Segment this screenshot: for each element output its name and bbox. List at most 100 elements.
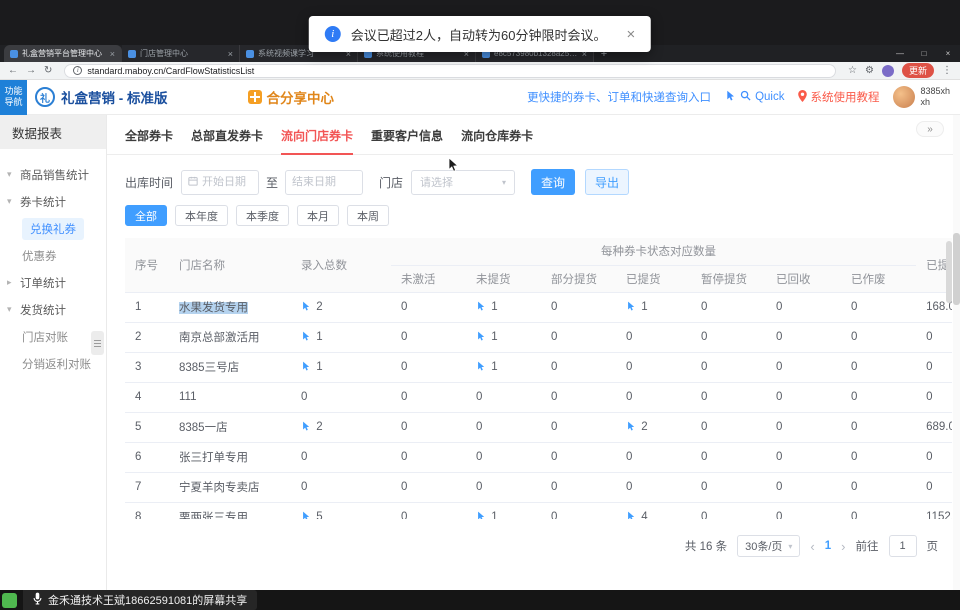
cell-status-count[interactable]: 1 xyxy=(466,352,541,382)
browser-tab[interactable]: 门店管理中心× xyxy=(122,45,240,62)
cell-status-count: 0 xyxy=(691,502,766,519)
quick-range-chip[interactable]: 本月 xyxy=(297,205,339,226)
tab-close-icon[interactable]: × xyxy=(228,49,233,59)
cell-total-count[interactable]: 2 xyxy=(291,292,391,322)
sidebar-item[interactable]: 兑换礼券 xyxy=(0,215,106,242)
reload-icon[interactable]: ↻ xyxy=(44,66,52,76)
cell-total-count[interactable]: 1 xyxy=(291,322,391,352)
info-icon: i xyxy=(325,26,341,42)
maximize-button[interactable]: □ xyxy=(912,45,936,62)
sidebar-item[interactable]: ▾发货统计 xyxy=(0,296,106,323)
cell-status-count[interactable]: 2 xyxy=(616,412,691,442)
cell-store-name: 水果发货专用 xyxy=(169,292,291,322)
update-button[interactable]: 更新 xyxy=(902,63,934,78)
share-center-link[interactable]: 合分享中心 xyxy=(248,87,335,107)
site-info-icon[interactable]: i xyxy=(73,66,82,75)
username: 8385xh xyxy=(920,86,950,97)
store-name-text: 8385三号店 xyxy=(179,362,239,374)
status-column-header: 暂停提货 xyxy=(691,265,766,292)
cell-status-count: 0 xyxy=(391,322,466,352)
quick-search-link[interactable]: Quick xyxy=(725,90,784,104)
store-name-text: 111 xyxy=(179,391,196,403)
page-number[interactable]: 1 xyxy=(825,540,831,552)
cell-status-count[interactable]: 1 xyxy=(616,292,691,322)
extensions-icon[interactable]: ⚙ xyxy=(865,66,874,76)
browser-tab[interactable]: 礼盒营销平台管理中心× xyxy=(4,45,122,62)
chevron-down-icon: ▾ xyxy=(7,196,12,207)
user-menu[interactable]: 8385xh xh xyxy=(893,86,950,109)
end-date-input[interactable] xyxy=(285,170,363,195)
bookmark-star-icon[interactable]: ☆ xyxy=(848,66,857,76)
column-header-store: 门店名称 xyxy=(169,238,291,292)
back-icon[interactable]: ← xyxy=(8,66,18,76)
end-date-field[interactable] xyxy=(292,176,356,188)
prev-page-button[interactable]: ‹ xyxy=(810,539,814,554)
cell-status-count: 0 xyxy=(391,412,466,442)
meeting-app-icon xyxy=(2,593,17,608)
sidebar-item[interactable]: ▸订单统计 xyxy=(0,269,106,296)
browser-profile-avatar[interactable] xyxy=(882,65,894,77)
menu-dots-icon[interactable]: ⋮ xyxy=(942,66,952,76)
cell-total-count[interactable]: 1 xyxy=(291,352,391,382)
table-scrollbar[interactable] xyxy=(946,241,952,303)
store-name-text: 宁夏羊肉专卖店 xyxy=(179,482,260,494)
minimize-button[interactable]: — xyxy=(888,45,912,62)
content-tab[interactable]: 重要客户信息 xyxy=(371,127,443,154)
sidebar-item-label: 券卡统计 xyxy=(20,194,66,210)
cell-index: 1 xyxy=(125,292,169,322)
export-button[interactable]: 导出 xyxy=(585,169,629,195)
status-column-header: 部分提货 xyxy=(541,265,616,292)
cell-status-count: 0 xyxy=(691,292,766,322)
quick-range-chip[interactable]: 全部 xyxy=(125,205,167,226)
promo-link[interactable]: 更快捷的券卡、订单和快递查询入口 xyxy=(527,89,711,105)
content-tab[interactable]: 全部券卡 xyxy=(125,127,173,154)
close-button[interactable]: × xyxy=(936,45,960,62)
forward-icon[interactable]: → xyxy=(26,66,36,76)
quick-range-chip[interactable]: 本季度 xyxy=(236,205,289,226)
cell-index: 8 xyxy=(125,502,169,519)
toast-close-icon[interactable]: × xyxy=(626,26,635,43)
start-date-input[interactable] xyxy=(181,170,259,195)
sidebar-item[interactable]: 优惠券 xyxy=(0,242,106,269)
content-tab[interactable]: 流向仓库券卡 xyxy=(461,127,533,154)
avatar xyxy=(893,86,915,108)
content-tab[interactable]: 流向门店券卡 xyxy=(281,127,353,154)
panel-collapse-button[interactable]: » xyxy=(916,121,944,137)
cell-status-count[interactable]: 1 xyxy=(466,292,541,322)
quick-range-chip[interactable]: 本周 xyxy=(347,205,389,226)
cell-status-count: 0 xyxy=(766,472,841,502)
calendar-icon xyxy=(188,175,198,189)
sidebar-collapse-handle[interactable] xyxy=(91,331,104,355)
statistics-table-wrap: 序号 门店名称 录入总数 每种券卡状态对应数量 已提货金额 未激活未提货部分提货… xyxy=(125,238,952,519)
range-separator: 至 xyxy=(266,174,278,191)
sidebar-item[interactable]: ▾商品销售统计 xyxy=(0,161,106,188)
sidebar-item-label: 分销返利对账 xyxy=(22,356,91,372)
tab-close-icon[interactable]: × xyxy=(110,49,115,59)
page-scrollbar[interactable] xyxy=(953,115,960,590)
cell-status-count[interactable]: 1 xyxy=(466,322,541,352)
cell-status-count: 0 xyxy=(541,442,616,472)
cell-status-count[interactable]: 1 xyxy=(466,502,541,519)
sidebar-item[interactable]: ▾ 券卡统计 xyxy=(0,188,106,215)
start-date-field[interactable] xyxy=(202,176,252,188)
page-scrollbar-thumb[interactable] xyxy=(953,233,960,305)
cell-total-count[interactable]: 5 xyxy=(291,502,391,519)
status-column-header: 未激活 xyxy=(391,265,466,292)
cell-total-count[interactable]: 2 xyxy=(291,412,391,442)
tutorial-link[interactable]: 系统使用教程 xyxy=(798,89,879,105)
sidebar-item[interactable]: 分销返利对账 xyxy=(0,350,106,377)
goto-page-input[interactable]: 1 xyxy=(889,535,917,557)
store-select[interactable]: 请选择 ▾ xyxy=(411,170,515,195)
next-page-button[interactable]: › xyxy=(841,539,845,554)
cell-status-count[interactable]: 4 xyxy=(616,502,691,519)
function-nav-button[interactable]: 功能 导航 xyxy=(0,80,27,115)
page-size-select[interactable]: 30条/页 ▾ xyxy=(737,535,800,557)
status-column-header: 未提货 xyxy=(466,265,541,292)
search-button[interactable]: 查询 xyxy=(531,169,575,195)
function-nav-label-1: 功能 xyxy=(4,86,22,97)
quick-range-chip[interactable]: 本年度 xyxy=(175,205,228,226)
content-tab[interactable]: 总部直发券卡 xyxy=(191,127,263,154)
url-field[interactable]: i standard.maboy.cn/CardFlowStatisticsLi… xyxy=(64,64,836,78)
cell-status-count: 0 xyxy=(766,382,841,412)
status-column-header: 已作废 xyxy=(841,265,916,292)
